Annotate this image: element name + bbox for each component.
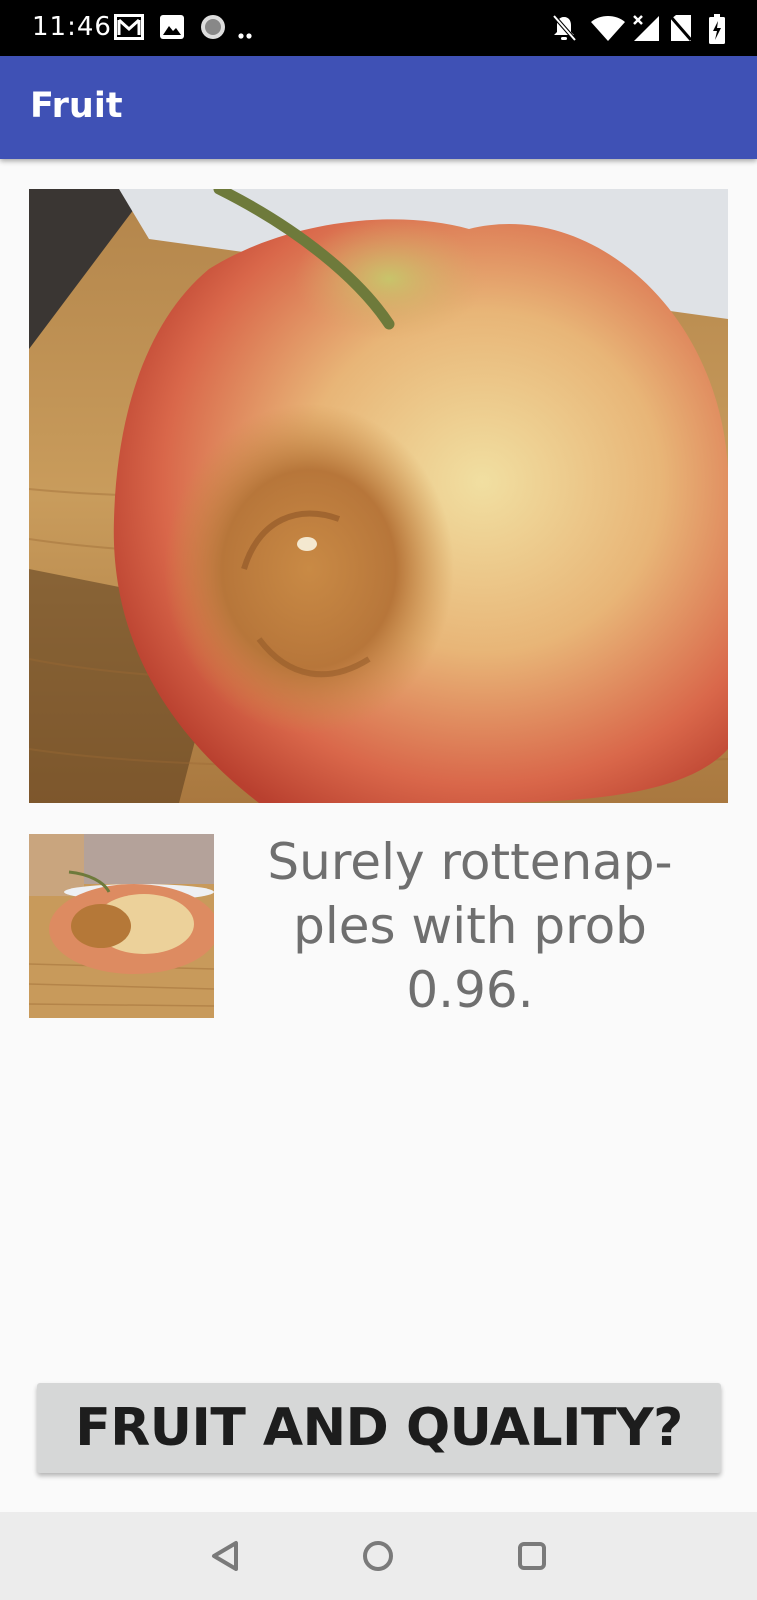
recents-icon[interactable] (510, 1534, 554, 1578)
no-signal-icon (633, 15, 659, 41)
mute-icon (552, 14, 577, 42)
navigation-bar (0, 1512, 757, 1600)
result-text: Surely rottenap- ples with prob 0.96. (267, 833, 673, 1019)
gmail-icon (114, 14, 144, 40)
battery-charging-icon (709, 14, 725, 44)
status-time: 11:46 (32, 12, 112, 42)
status-bar: 11:46 (0, 0, 757, 56)
home-icon[interactable] (356, 1534, 400, 1578)
thumbnail-image (29, 834, 214, 1018)
app-bar: Fruit (0, 56, 757, 159)
wifi-icon (591, 16, 625, 41)
no-sim-icon (669, 15, 693, 41)
main-image (29, 189, 728, 803)
back-icon[interactable] (204, 1534, 248, 1578)
gallery-icon (160, 15, 184, 39)
app-title: Fruit (30, 86, 123, 126)
circle-notification-icon (201, 15, 225, 39)
fruit-and-quality-button[interactable]: FRUIT AND QUALITY? (37, 1383, 721, 1473)
more-notifications-icon (238, 33, 252, 39)
